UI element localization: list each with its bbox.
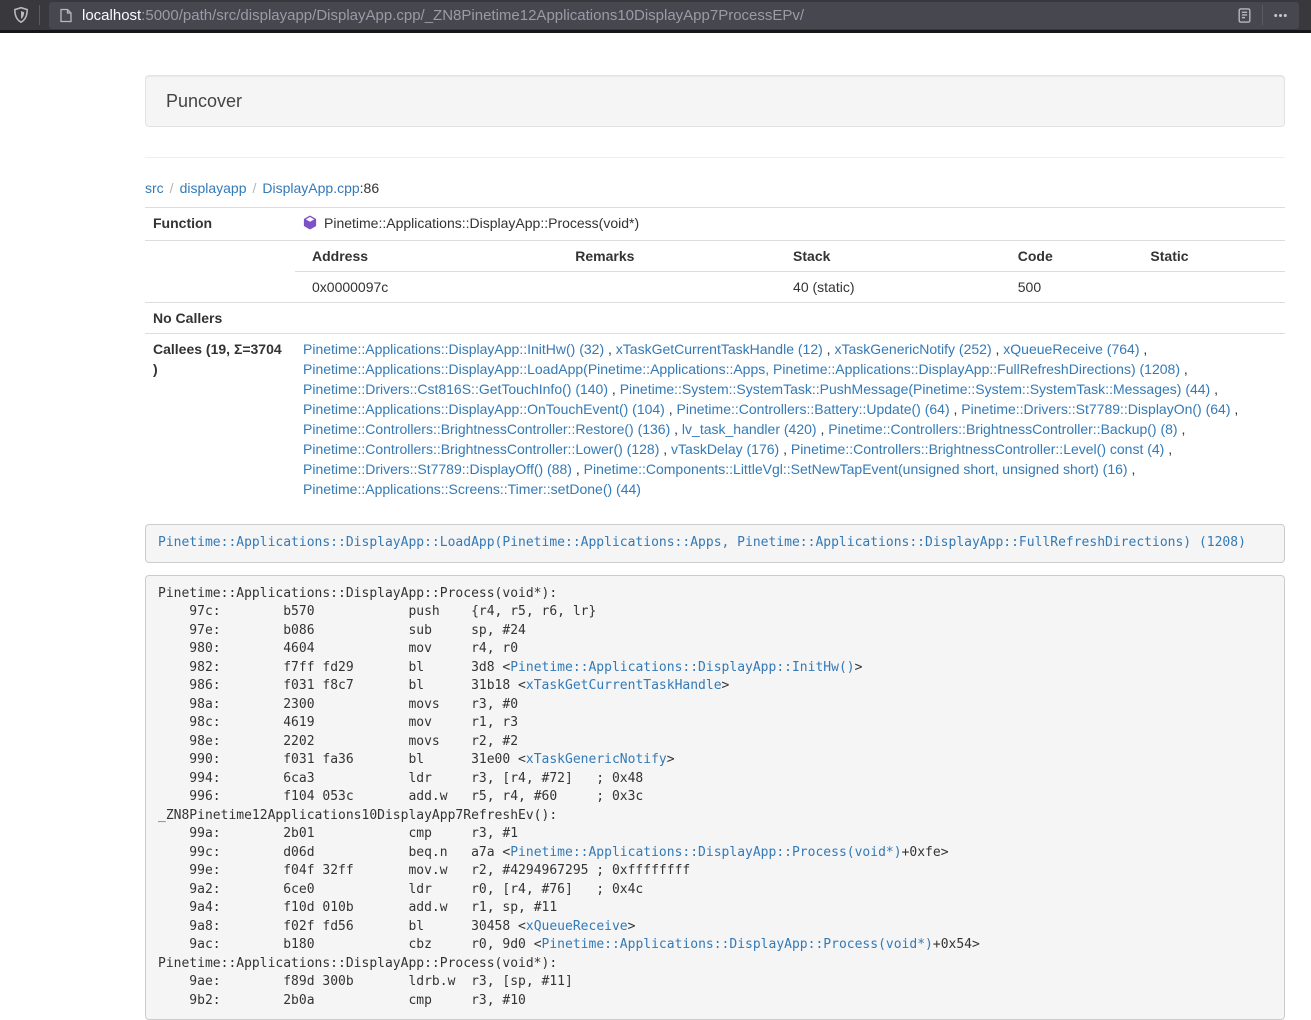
reader-mode-icon[interactable] [1236,7,1253,24]
cell-stack: 40 (static) [785,272,1010,303]
url-host: localhost [82,7,141,24]
assembly-symbol-link[interactable]: xTaskGetCurrentTaskHandle [526,678,722,693]
cell-static [1142,272,1285,303]
loadapp-snippet-link[interactable]: Pinetime::Applications::DisplayApp::Load… [158,535,1246,550]
callees-row: Callees (19, Σ=3704 ) Pinetime::Applicat… [145,334,1285,505]
package-icon [303,215,317,235]
callees-list: Pinetime::Applications::DisplayApp::Init… [295,334,1285,505]
divider [145,157,1285,158]
cell-address: 0x0000097c [295,272,567,303]
assembly-symbol-link[interactable]: Pinetime::Applications::DisplayApp::Init… [510,660,854,675]
metrics-table-cell: Address Remarks Stack Code Static 0x0000… [295,241,1285,303]
shield-icon[interactable] [12,6,30,24]
callees-label: Callees (19, Σ=3704 ) [145,334,295,505]
cell-remarks [567,272,785,303]
breadcrumb-file[interactable]: DisplayApp.cpp [262,180,359,196]
callee-link[interactable]: Pinetime::Applications::DisplayApp::Init… [303,341,604,357]
cell-code: 500 [1010,272,1143,303]
page-content: Puncover src / displayapp / DisplayApp.cpp:8… [145,75,1285,1020]
function-row: Function Pinetime::Applications::Display… [145,208,1285,241]
urlbar-divider [1262,5,1263,25]
assembly-symbol-link[interactable]: Pinetime::Applications::DisplayApp::Proc… [542,937,933,952]
page-actions-menu-icon[interactable] [1272,7,1289,24]
metrics-row: Address Remarks Stack Code Static 0x0000… [145,241,1285,303]
no-callers-label: No Callers [145,303,295,334]
breadcrumb-separator: / [253,180,257,196]
assembly-listing: Pinetime::Applications::DisplayApp::Proc… [145,575,1285,1020]
loadapp-snippet-box: Pinetime::Applications::DisplayApp::Load… [145,524,1285,563]
callee-link[interactable]: Pinetime::Components::LittleVgl::SetNewT… [584,461,1128,477]
url-path: :5000/path/src/displayapp/DisplayApp.cpp… [141,7,804,24]
url-text: localhost:5000/path/src/displayapp/Displ… [82,7,804,24]
callee-link[interactable]: Pinetime::System::SystemTask::PushMessag… [620,381,1211,397]
column-static: Static [1142,241,1285,272]
app-header-panel: Puncover [145,75,1285,127]
breadcrumb: src / displayapp / DisplayApp.cpp:86 [145,179,1285,197]
page-icon [59,8,73,23]
callee-link[interactable]: Pinetime::Applications::DisplayApp::OnTo… [303,401,665,417]
breadcrumb-separator: / [170,180,174,196]
callee-link[interactable]: Pinetime::Applications::Screens::Timer::… [303,481,641,497]
callee-link[interactable]: Pinetime::Controllers::BrightnessControl… [303,421,670,437]
metrics-table: Address Remarks Stack Code Static 0x0000… [295,241,1285,302]
breadcrumb-line-number: :86 [360,180,379,196]
callers-empty-cell [295,303,1285,334]
page-title: Puncover [166,91,1264,111]
callee-link[interactable]: Pinetime::Applications::DisplayApp::Load… [303,361,1180,377]
callee-link[interactable]: xQueueReceive (764) [1003,341,1139,357]
callee-link[interactable]: Pinetime::Controllers::BrightnessControl… [791,441,1164,457]
assembly-symbol-link[interactable]: Pinetime::Applications::DisplayApp::Proc… [510,845,901,860]
breadcrumb-src[interactable]: src [145,180,164,196]
function-info-table: Function Pinetime::Applications::Display… [145,207,1285,504]
function-name-cell: Pinetime::Applications::DisplayApp::Proc… [295,208,1285,241]
toolbar-divider [39,5,40,25]
callee-link[interactable]: vTaskDelay (176) [671,441,779,457]
callee-link[interactable]: Pinetime::Drivers::St7789::DisplayOff() … [303,461,572,477]
callee-link[interactable]: Pinetime::Drivers::Cst816S::GetTouchInfo… [303,381,608,397]
column-stack: Stack [785,241,1010,272]
empty-label-cell [145,241,295,303]
callee-link[interactable]: Pinetime::Controllers::BrightnessControl… [303,441,659,457]
function-label: Function [145,208,295,241]
column-code: Code [1010,241,1143,272]
assembly-symbol-link[interactable]: xQueueReceive [526,919,628,934]
callee-link[interactable]: Pinetime::Controllers::BrightnessControl… [828,421,1177,437]
callee-link[interactable]: xTaskGetCurrentTaskHandle (12) [616,341,823,357]
metrics-header-row: Address Remarks Stack Code Static [295,241,1285,272]
function-name: Pinetime::Applications::DisplayApp::Proc… [324,215,639,231]
column-remarks: Remarks [567,241,785,272]
column-address: Address [295,241,567,272]
callee-link[interactable]: Pinetime::Drivers::St7789::DisplayOn() (… [961,401,1230,417]
assembly-symbol-link[interactable]: xTaskGenericNotify [526,752,667,767]
callee-link[interactable]: xTaskGenericNotify (252) [834,341,991,357]
url-bar[interactable]: localhost:5000/path/src/displayapp/Displ… [49,2,1299,29]
metrics-value-row: 0x0000097c 40 (static) 500 [295,272,1285,303]
callee-link[interactable]: lv_task_handler (420) [682,421,817,437]
callers-row: No Callers [145,303,1285,334]
callee-link[interactable]: Pinetime::Controllers::Battery::Update()… [677,401,950,417]
breadcrumb-displayapp[interactable]: displayapp [180,180,247,196]
browser-toolbar: localhost:5000/path/src/displayapp/Displ… [0,0,1311,33]
